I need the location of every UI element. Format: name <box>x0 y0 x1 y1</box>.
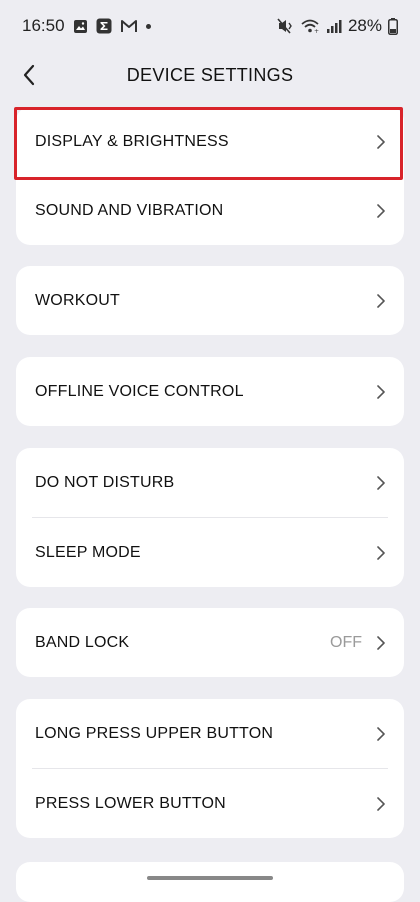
chevron-right-icon <box>376 545 386 561</box>
settings-item-offline-voice-control[interactable]: OFFLINE VOICE CONTROL <box>16 357 404 426</box>
status-left: 16:50 <box>22 16 151 36</box>
signal-icon <box>326 19 342 34</box>
chevron-right-icon <box>376 726 386 742</box>
settings-card-voice-control: OFFLINE VOICE CONTROL <box>16 357 404 426</box>
settings-card-dnd-sleep: DO NOT DISTURB SLEEP MODE <box>16 448 404 587</box>
settings-card-display-sound: DISPLAY & BRIGHTNESS SOUND AND VIBRATION <box>16 107 404 245</box>
settings-item-workout[interactable]: WORKOUT <box>16 266 404 335</box>
chevron-right-icon <box>376 475 386 491</box>
settings-item-label: BAND LOCK <box>35 633 130 651</box>
chevron-right-icon <box>376 134 386 150</box>
page-title: DEVICE SETTINGS <box>126 64 294 85</box>
battery-icon <box>388 17 398 35</box>
settings-item-label: OFFLINE VOICE CONTROL <box>35 382 244 400</box>
home-indicator[interactable] <box>147 876 273 880</box>
chevron-right-icon <box>376 796 386 812</box>
back-button[interactable] <box>14 60 44 90</box>
gmail-icon <box>120 19 138 33</box>
settings-item-band-lock[interactable]: BAND LOCK OFF <box>16 608 404 677</box>
status-right: + 28% <box>276 16 398 36</box>
settings-card-buttons: LONG PRESS UPPER BUTTON PRESS LOWER BUTT… <box>16 699 404 838</box>
settings-card-workout: WORKOUT <box>16 266 404 335</box>
battery-percent: 28% <box>347 16 382 35</box>
mute-vibrate-icon <box>276 18 294 34</box>
settings-card-partial <box>16 862 404 902</box>
chevron-left-icon <box>22 64 36 86</box>
gallery-icon <box>73 19 88 34</box>
status-bar: 16:50 + 28% <box>0 0 420 52</box>
settings-item-label: SOUND AND VIBRATION <box>35 201 224 219</box>
wifi-icon: + <box>300 18 320 34</box>
settings-item-sleep-mode[interactable]: SLEEP MODE <box>16 518 404 587</box>
settings-item-label: DISPLAY & BRIGHTNESS <box>35 132 229 150</box>
settings-item-press-lower-button[interactable]: PRESS LOWER BUTTON <box>16 769 404 838</box>
settings-item-long-press-upper-button[interactable]: LONG PRESS UPPER BUTTON <box>16 699 404 768</box>
settings-item-label: WORKOUT <box>35 291 120 309</box>
header-bar: DEVICE SETTINGS <box>0 52 420 98</box>
notification-dot <box>145 23 151 29</box>
settings-item-label: PRESS LOWER BUTTON <box>35 794 226 812</box>
chevron-right-icon <box>376 635 386 651</box>
status-time: 16:50 <box>22 16 65 35</box>
settings-item-label: LONG PRESS UPPER BUTTON <box>35 724 274 742</box>
band-lock-value: OFF <box>330 633 362 651</box>
settings-item-display-brightness[interactable]: DISPLAY & BRIGHTNESS <box>16 107 404 176</box>
settings-card-band-lock: BAND LOCK OFF <box>16 608 404 677</box>
chevron-right-icon <box>376 293 386 309</box>
sigma-app-icon <box>96 18 112 34</box>
settings-item-label: SLEEP MODE <box>35 543 141 561</box>
settings-item-sound-vibration[interactable]: SOUND AND VIBRATION <box>16 176 404 245</box>
svg-text:+: + <box>314 28 319 34</box>
chevron-right-icon <box>376 384 386 400</box>
chevron-right-icon <box>376 203 386 219</box>
settings-item-do-not-disturb[interactable]: DO NOT DISTURB <box>16 448 404 517</box>
settings-item-label: DO NOT DISTURB <box>35 473 175 491</box>
row-right: OFF <box>330 634 386 652</box>
